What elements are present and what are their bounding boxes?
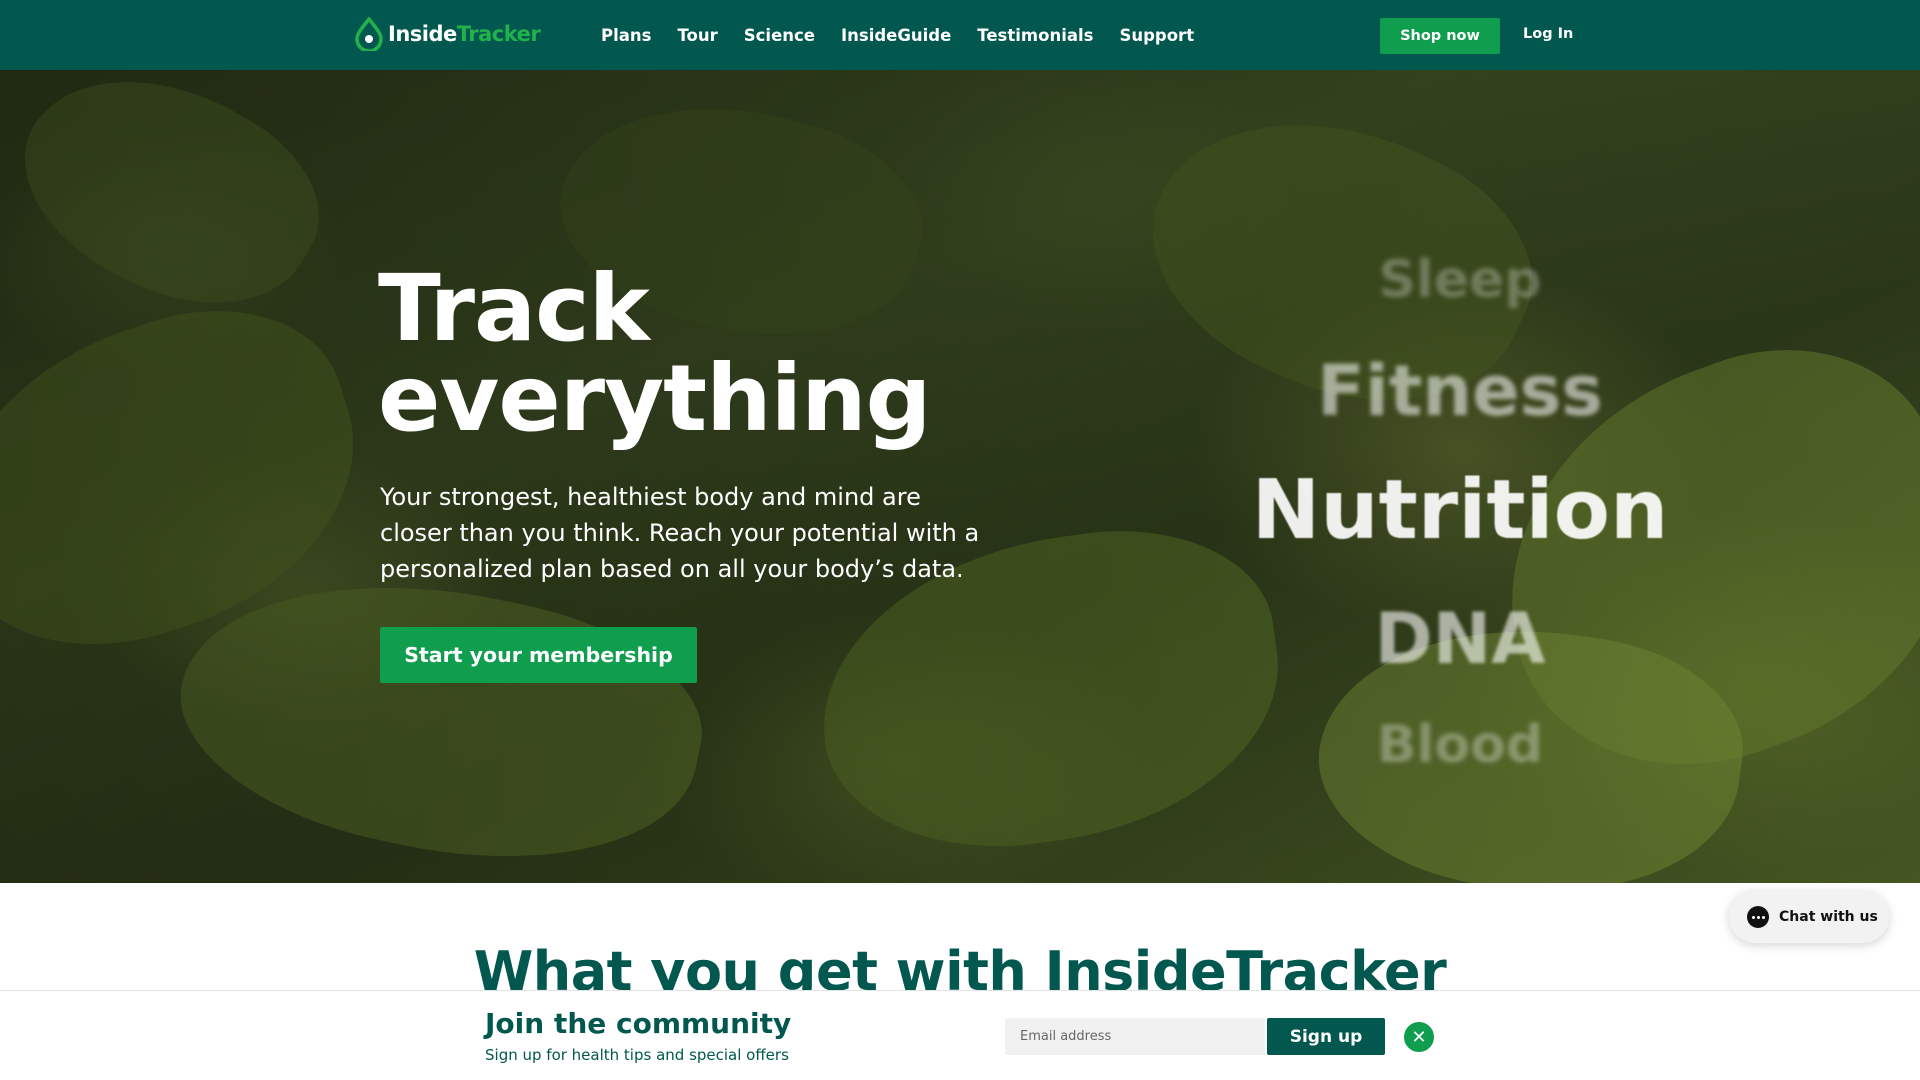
rotating-word: Fitness [1317, 350, 1603, 432]
logo-text-primary: Inside [388, 22, 457, 46]
nav-tour[interactable]: Tour [677, 26, 717, 45]
nav-plans[interactable]: Plans [601, 26, 651, 45]
signup-button[interactable]: Sign up [1267, 1018, 1385, 1055]
hero-title: Track everything [378, 255, 931, 452]
newsletter-bar: Join the community Sign up for health ti… [0, 990, 1920, 1080]
start-membership-button[interactable]: Start your membership [380, 627, 697, 683]
drop-logo-icon [355, 17, 383, 51]
hero-subtitle: Your strongest, healthiest body and mind… [380, 483, 980, 583]
site-header: InsideTracker Plans Tour Science InsideG… [0, 0, 1920, 70]
hero-section: Track everything Your strongest, healthi… [0, 70, 1920, 883]
logo-text-accent: Tracker [456, 22, 541, 46]
newsletter-subtitle: Sign up for health tips and special offe… [485, 1046, 789, 1064]
nav-science[interactable]: Science [744, 26, 815, 45]
logo-text: InsideTracker [388, 22, 541, 46]
rotating-word: Sleep [1378, 250, 1542, 310]
chat-label: Chat with us [1779, 909, 1878, 925]
chat-widget-button[interactable]: Chat with us [1729, 891, 1889, 943]
shop-now-button[interactable]: Shop now [1380, 18, 1500, 54]
email-input[interactable] [1005, 1018, 1265, 1055]
logo[interactable]: InsideTracker [354, 14, 541, 54]
rotating-word: DNA [1374, 598, 1546, 680]
nav-insideguide[interactable]: InsideGuide [841, 26, 951, 45]
chat-bubble-icon [1747, 906, 1769, 928]
hero-title-line: everything [378, 345, 931, 452]
rotating-word-active: Nutrition [1251, 463, 1669, 558]
login-link[interactable]: Log In [1523, 26, 1573, 42]
hero-title-line: Track [378, 255, 650, 362]
newsletter-title: Join the community [485, 1007, 792, 1040]
close-icon[interactable]: ✕ [1404, 1022, 1434, 1052]
nav-support[interactable]: Support [1119, 26, 1194, 45]
rotating-word: Blood [1376, 715, 1544, 775]
nav-testimonials[interactable]: Testimonials [977, 26, 1093, 45]
main-nav: Plans Tour Science InsideGuide Testimoni… [601, 0, 1194, 70]
